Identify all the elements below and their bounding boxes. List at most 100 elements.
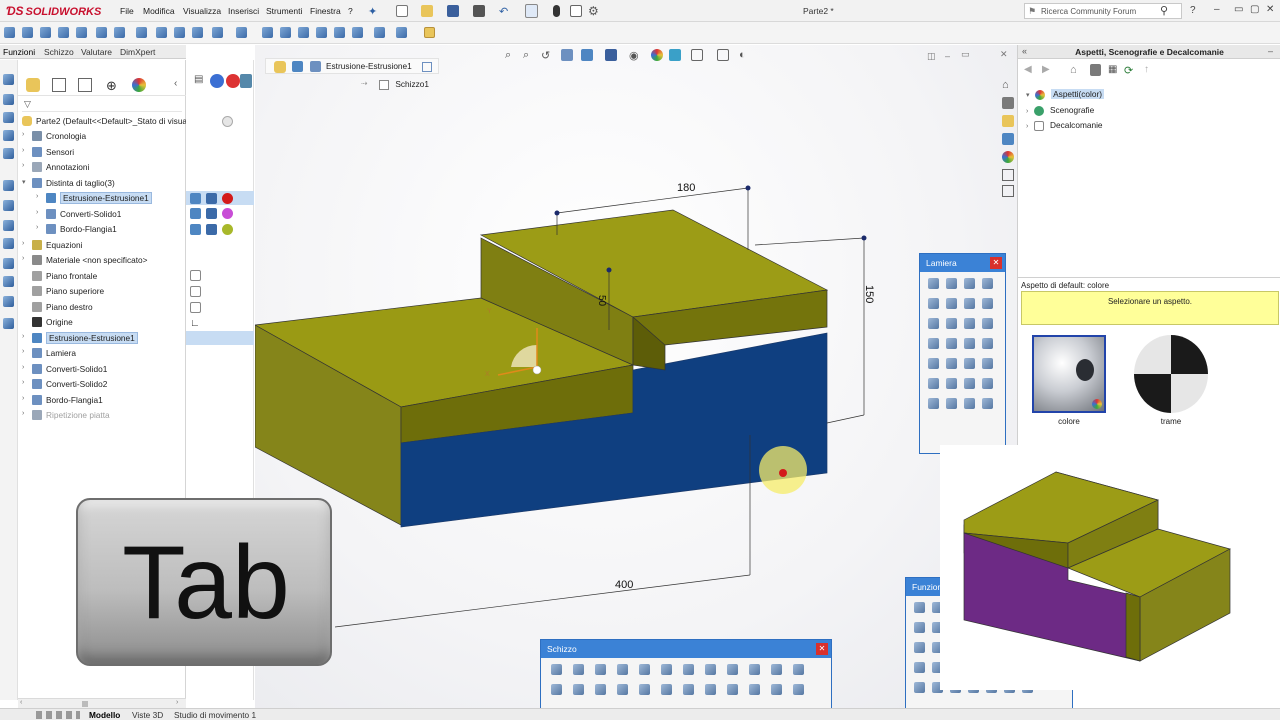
menu-strumenti[interactable]: Strumenti — [266, 6, 302, 16]
tree-item[interactable]: Piano destro — [18, 300, 186, 314]
sketch-tool-icon[interactable] — [727, 684, 738, 695]
chevron-right-icon[interactable]: › — [22, 364, 24, 371]
dimension-180[interactable]: 180 — [677, 182, 695, 194]
undo-icon[interactable]: ↶ — [499, 5, 511, 18]
menu-inserisci[interactable]: Inserisci — [228, 6, 259, 16]
search-input[interactable]: ⚑ Ricerca Community Forum — [1024, 3, 1182, 19]
red-appearance-icon[interactable] — [222, 193, 233, 204]
tab-studio-movimento[interactable]: Studio di movimento 1 — [174, 710, 256, 720]
edge-flange-icon[interactable] — [298, 27, 309, 38]
custom-properties-icon[interactable] — [1002, 169, 1014, 181]
solidworks-logo[interactable]: ƊS SOLIDWORKS — [6, 4, 101, 18]
part-model[interactable] — [255, 45, 1017, 710]
collapse-pane-icon[interactable]: « — [1022, 46, 1027, 56]
pane-pin-icon[interactable]: – — [1268, 46, 1273, 56]
print-icon[interactable] — [473, 5, 485, 17]
display-body-icon[interactable] — [190, 208, 201, 219]
sketch-tool-icon[interactable] — [705, 664, 716, 675]
schizzo-panel-title[interactable]: Schizzo ✕ — [541, 640, 831, 658]
relations-icon[interactable] — [3, 200, 14, 211]
tab-viste-3d[interactable]: Viste 3D — [132, 710, 163, 720]
extruded-cut-icon[interactable] — [96, 27, 107, 38]
tree-item[interactable]: Origine — [18, 315, 186, 329]
sheet-metal-tool-icon[interactable] — [946, 338, 957, 349]
sheet-metal-tool-icon[interactable] — [982, 378, 993, 389]
tp-item-scenografie[interactable]: › Scenografie — [1026, 105, 1094, 116]
display-body-icon[interactable] — [190, 224, 201, 235]
sheet-metal-tool-icon[interactable] — [964, 278, 975, 289]
help-icon[interactable]: ? — [1190, 5, 1202, 17]
forward-icon[interactable]: ▶ — [1042, 64, 1054, 76]
appearances-tab-icon[interactable] — [1002, 151, 1014, 163]
file-explorer-icon[interactable] — [1002, 115, 1014, 127]
color-icon[interactable] — [226, 74, 240, 88]
sheet-metal-tool-icon[interactable] — [982, 318, 993, 329]
dimension-400[interactable]: 400 — [615, 579, 633, 591]
chevron-right-icon[interactable]: › — [36, 209, 38, 216]
sheet-metal-tool-icon[interactable] — [964, 298, 975, 309]
tree-item[interactable]: › Sensori — [18, 145, 186, 159]
maximize-button[interactable]: ▢ — [1250, 4, 1259, 15]
chevron-right-icon[interactable]: › — [22, 240, 24, 247]
tree-item[interactable]: › Bordo-Flangia1 — [18, 393, 186, 407]
sheet-metal-tool-icon[interactable] — [946, 358, 957, 369]
tree-item[interactable]: › Estrusione-Estrusione1 — [18, 191, 186, 205]
view-palette-icon[interactable] — [1002, 133, 1014, 145]
scroll-right-icon[interactable]: › — [176, 699, 178, 706]
fillet-icon[interactable] — [192, 27, 203, 38]
sheet-metal-tool-icon[interactable] — [982, 298, 993, 309]
repair-sketch-icon[interactable] — [3, 318, 14, 329]
solidworks-forum-icon[interactable] — [1002, 185, 1014, 197]
sketch-tool-icon[interactable] — [683, 664, 694, 675]
sketch-tool-icon[interactable] — [595, 684, 606, 695]
lamiera-panel-title[interactable]: Lamiera ✕ — [920, 254, 1005, 272]
tree-item[interactable]: › Lamiera — [18, 346, 186, 360]
feature-tool-icon[interactable] — [914, 682, 925, 693]
design-library-icon[interactable] — [1002, 97, 1014, 109]
miter-flange-icon[interactable] — [316, 27, 327, 38]
hem-icon[interactable] — [334, 27, 345, 38]
sketch-tool-icon[interactable] — [551, 684, 562, 695]
sheet-metal-tool-icon[interactable] — [928, 278, 939, 289]
dimension-150[interactable]: 150 — [863, 285, 875, 303]
tree-item[interactable]: Piano superiore — [18, 284, 186, 298]
render-icon[interactable] — [240, 74, 252, 88]
pane-divider[interactable] — [1018, 277, 1280, 278]
tab-valutare[interactable]: Valutare — [81, 47, 112, 57]
move-icon[interactable] — [3, 296, 14, 307]
sketch-tool-icon[interactable] — [771, 664, 782, 675]
close-button[interactable]: ✕ — [1266, 4, 1274, 15]
sheet-metal-tool-icon[interactable] — [928, 338, 939, 349]
up-icon[interactable]: ↑ — [1144, 64, 1156, 76]
menu-modifica[interactable]: Modifica — [143, 6, 175, 16]
tp-item-decalcomanie[interactable]: › Decalcomanie — [1026, 120, 1103, 131]
sheet-metal-tool-icon[interactable] — [928, 318, 939, 329]
menu-help[interactable]: ? — [348, 6, 353, 16]
tree-item[interactable]: › Annotazioni — [18, 160, 186, 174]
purple-appearance-icon[interactable] — [222, 208, 233, 219]
chevron-right-icon[interactable]: › — [22, 410, 24, 417]
feature-tool-icon[interactable] — [914, 602, 925, 613]
sketch-tool-icon[interactable] — [793, 684, 804, 695]
feature-tool-icon[interactable] — [914, 622, 925, 633]
sheet-metal-tool-icon[interactable] — [946, 278, 957, 289]
origin-visibility-icon[interactable]: ∟ — [190, 318, 201, 329]
sheet-metal-tool-icon[interactable] — [946, 298, 957, 309]
lamiera-toolbar-panel[interactable]: Lamiera ✕ — [919, 253, 1006, 454]
sketch-tool-icon[interactable] — [749, 684, 760, 695]
sheet-metal-tool-icon[interactable] — [964, 398, 975, 409]
hole-wizard-icon[interactable] — [114, 27, 125, 38]
sheet-metal-tool-icon[interactable] — [946, 398, 957, 409]
tab-scroll-arrows-icon[interactable] — [36, 711, 80, 719]
smart-dimension-icon[interactable] — [3, 180, 14, 191]
lamiera-close-button[interactable]: ✕ — [990, 257, 1002, 269]
point-icon[interactable] — [3, 112, 14, 123]
property-manager-icon[interactable] — [52, 78, 66, 92]
feature-manager-icon[interactable] — [26, 78, 40, 92]
restore-button[interactable]: ▭ — [1234, 4, 1243, 15]
chevron-right-icon[interactable]: › — [22, 147, 24, 154]
display-body-icon[interactable] — [190, 193, 201, 204]
hide-show-icon[interactable]: ▤ — [194, 74, 208, 88]
sketch-tool-icon[interactable] — [727, 664, 738, 675]
base-flange-icon[interactable] — [262, 27, 273, 38]
